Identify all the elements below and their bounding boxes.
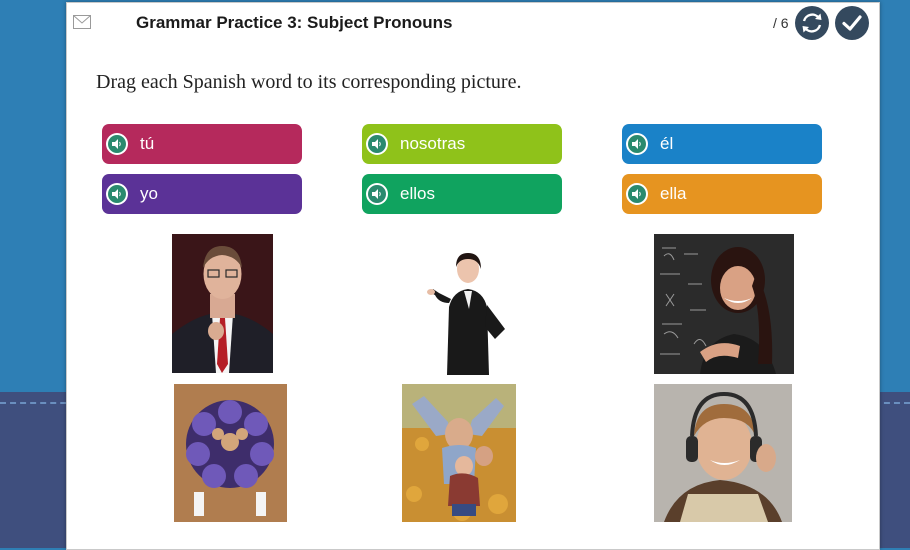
- word-chip-ellos[interactable]: ellos: [362, 174, 562, 214]
- word-chip-label: yo: [140, 184, 158, 203]
- mail-icon[interactable]: [73, 15, 91, 29]
- word-chip-ella[interactable]: ella: [622, 174, 822, 214]
- word-chip-label: nosotras: [400, 134, 466, 153]
- word-chip-label: tú: [140, 134, 155, 153]
- word-chip-label: él: [660, 134, 674, 153]
- word-chip-label: ella: [660, 184, 687, 203]
- page-title: Grammar Practice 3: Subject Pronouns: [136, 13, 453, 32]
- speaker-icon[interactable]: [626, 133, 648, 155]
- question-counter: / 6: [773, 15, 789, 31]
- word-chip-label: ellos: [400, 184, 435, 203]
- word-chip-tu[interactable]: tú: [102, 124, 302, 164]
- activity-panel: Grammar Practice 3: Subject Pronouns / 6…: [66, 2, 880, 550]
- speaker-icon[interactable]: [106, 133, 128, 155]
- word-chip-yo[interactable]: yo: [102, 174, 302, 214]
- refresh-button[interactable]: [795, 6, 829, 40]
- refresh-icon: [802, 13, 822, 33]
- speaker-icon[interactable]: [106, 183, 128, 205]
- word-chip-el[interactable]: él: [622, 124, 822, 164]
- picture-girls-team-huddle[interactable]: [174, 384, 287, 522]
- picture-family-leaves[interactable]: [402, 384, 516, 522]
- speaker-icon[interactable]: [366, 133, 388, 155]
- instructions-text: Drag each Spanish word to its correspond…: [96, 71, 522, 93]
- speaker-icon[interactable]: [626, 183, 648, 205]
- picture-girl-chalkboard[interactable]: [654, 234, 794, 374]
- check-icon: [842, 15, 862, 31]
- picture-woman-pointing[interactable]: [423, 247, 514, 375]
- speaker-icon[interactable]: [366, 183, 388, 205]
- word-chip-nosotras[interactable]: nosotras: [362, 124, 562, 164]
- picture-man-suit[interactable]: [172, 234, 273, 373]
- check-button[interactable]: [835, 6, 869, 40]
- picture-boy-headphones[interactable]: [654, 384, 792, 522]
